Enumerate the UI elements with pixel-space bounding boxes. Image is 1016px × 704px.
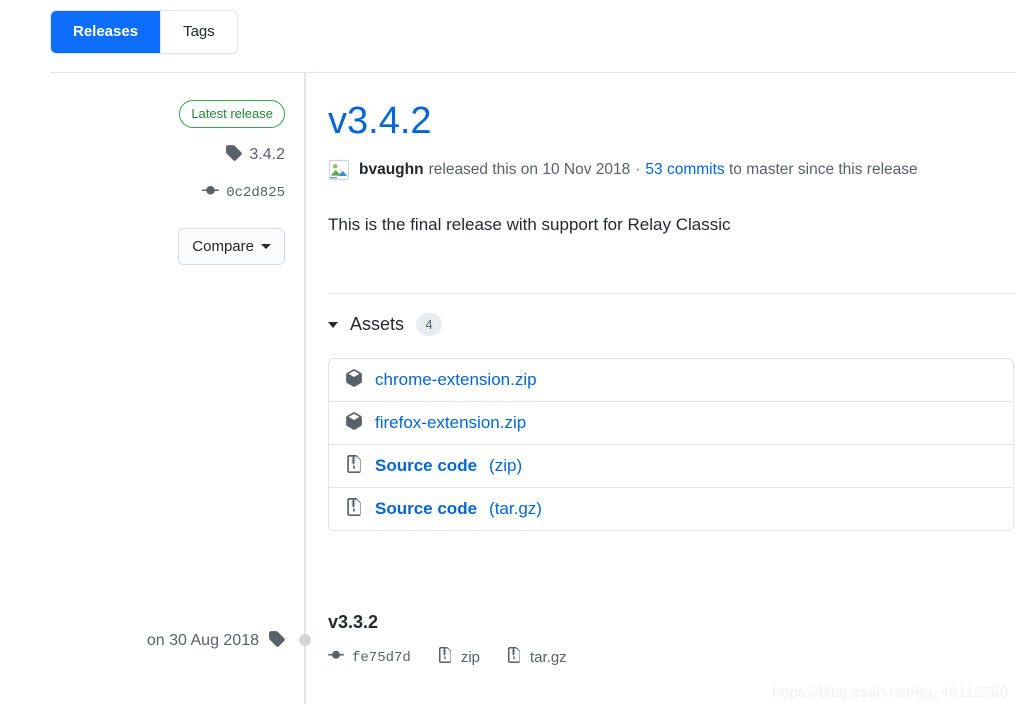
asset-name[interactable]: Source code xyxy=(375,499,477,519)
release-author[interactable]: bvaughn xyxy=(359,161,424,179)
assets-divider xyxy=(328,293,1016,294)
git-commit-icon xyxy=(328,647,344,668)
previous-release-title[interactable]: v3.3.2 xyxy=(328,612,378,632)
latest-release-badge: Latest release xyxy=(179,100,285,128)
assets-count-badge: 4 xyxy=(416,313,443,336)
download-zip-link[interactable]: zip xyxy=(461,649,480,666)
release-meta-sidebar: Latest release 3.4.2 0c2d825 Compare xyxy=(40,100,285,265)
package-icon xyxy=(345,411,363,435)
tag-row[interactable]: 3.4.2 xyxy=(40,144,285,166)
commits-link[interactable]: 53 commits xyxy=(645,161,724,179)
avatar xyxy=(328,159,350,181)
timeline-dot xyxy=(299,634,311,646)
compare-button[interactable]: Compare xyxy=(178,228,285,265)
triangle-down-icon xyxy=(328,321,338,328)
file-zip-icon xyxy=(437,647,453,668)
asset-extension: (tar.gz) xyxy=(489,499,542,518)
asset-row[interactable]: firefox-extension.zip xyxy=(329,401,1013,444)
chevron-down-icon xyxy=(261,244,271,249)
assets-toggle[interactable]: Assets 4 xyxy=(328,313,443,336)
commit-row[interactable]: 0c2d825 xyxy=(40,182,285,204)
release-main: v3.4.2 bvaughn released this on 10 Nov 2… xyxy=(328,100,1016,237)
asset-name[interactable]: chrome-extension.zip xyxy=(375,370,537,390)
file-zip-icon xyxy=(345,497,363,521)
asset-name[interactable]: Source code xyxy=(375,456,477,476)
download-targz-link[interactable]: tar.gz xyxy=(530,649,567,666)
commits-suffix-text: to master since this release xyxy=(728,160,918,178)
asset-name[interactable]: firefox-extension.zip xyxy=(375,413,526,433)
file-zip-icon xyxy=(506,647,522,668)
tab-tags[interactable]: Tags xyxy=(160,11,237,53)
asset-row[interactable]: chrome-extension.zip xyxy=(329,359,1013,401)
timeline-line xyxy=(304,73,306,704)
previous-release-meta: fe75d7d zip tar.gz xyxy=(328,647,928,668)
asset-extension: (zip) xyxy=(489,456,523,475)
compare-label: Compare xyxy=(192,238,254,255)
release-date-text: released this on 10 Nov 2018 xyxy=(428,160,631,178)
asset-row[interactable]: Source code (zip) xyxy=(329,444,1013,487)
release-description: This is the final release with support f… xyxy=(328,214,731,234)
tag-icon xyxy=(268,630,285,652)
previous-release: v3.3.2 fe75d7d zip tar.gz xyxy=(328,612,928,668)
assets-list: chrome-extension.zip firefox-extension.z… xyxy=(328,358,1014,531)
release-byline: bvaughn released this on 10 Nov 2018 · 5… xyxy=(328,159,1016,181)
file-zip-icon xyxy=(345,454,363,478)
watermark: https://blog.csdn.net/qq_46112580 xyxy=(772,684,1008,701)
previous-release-date: on 30 Aug 2018 xyxy=(146,632,259,649)
tab-releases[interactable]: Releases xyxy=(51,11,161,53)
byline-separator: · xyxy=(635,160,641,178)
tag-icon xyxy=(225,144,243,166)
commit-hash: 0c2d825 xyxy=(226,185,285,201)
previous-commit-hash: fe75d7d xyxy=(352,649,411,666)
header-divider xyxy=(50,72,1016,73)
previous-release-date-row: on 30 Aug 2018 xyxy=(40,630,285,652)
release-tabs: Releases Tags xyxy=(50,10,238,54)
tag-name: 3.4.2 xyxy=(249,146,285,163)
asset-row[interactable]: Source code (tar.gz) xyxy=(329,487,1013,530)
assets-label: Assets xyxy=(350,314,405,334)
git-commit-icon xyxy=(202,182,220,204)
package-icon xyxy=(345,368,363,392)
release-title-link[interactable]: v3.4.2 xyxy=(328,100,432,144)
